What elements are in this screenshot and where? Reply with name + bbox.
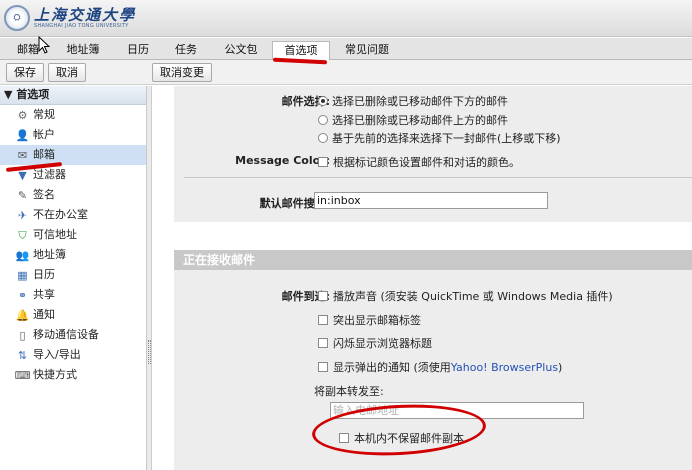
checkbox[interactable]: [318, 338, 328, 348]
checkbox[interactable]: [318, 362, 328, 372]
mail-select-option-above[interactable]: 选择已删除或已移动邮件上方的邮件: [318, 112, 508, 128]
bell-icon: 🔔: [15, 308, 30, 322]
message-color-label: Message Color:: [235, 154, 330, 167]
sidebar-item-shortcuts[interactable]: ⌨ 快捷方式: [0, 365, 146, 385]
save-button[interactable]: 保存: [6, 63, 44, 82]
checkbox[interactable]: [318, 157, 328, 167]
mail-icon: ✉: [17, 148, 28, 162]
logo-english-text: SHANGHAI JIAO TONG UNIVERSITY: [34, 23, 129, 29]
cancel-button[interactable]: 取消: [48, 63, 86, 82]
pane-splitter[interactable]: [147, 86, 152, 470]
highlight-mail-tab-option[interactable]: 突出显示邮箱标签: [318, 312, 421, 328]
yahoo-browserplus-link[interactable]: Yahoo! BrowserPlus: [451, 361, 558, 374]
calendar-icon: ▦: [17, 268, 28, 282]
university-seal-icon: ⛭: [4, 5, 30, 31]
sidebar-item-general[interactable]: ⚙ 常规: [0, 105, 146, 125]
default-search-input[interactable]: in:inbox: [314, 192, 548, 209]
checkbox[interactable]: [318, 291, 328, 301]
tab-faq[interactable]: 常见问题: [340, 41, 394, 60]
collapse-triangle-icon: ▼: [4, 88, 13, 101]
mobile-icon: ▯: [19, 328, 26, 342]
sharing-icon: ⚭: [17, 288, 28, 302]
signature-icon: ✎: [17, 188, 28, 202]
splitter-grip[interactable]: [148, 340, 151, 364]
radio-button[interactable]: [318, 96, 328, 106]
sidebar-item-out-of-office[interactable]: ✈ 不在办公室: [0, 205, 146, 225]
sidebar-item-mobile-devices[interactable]: ▯ 移动通信设备: [0, 325, 146, 345]
forward-copy-label: 将副本转发至:: [314, 385, 384, 398]
sidebar-item-trusted-addresses[interactable]: ⛉ 可信地址: [0, 225, 146, 245]
tab-briefcase[interactable]: 公文包: [218, 41, 264, 60]
sidebar-item-signatures[interactable]: ✎ 签名: [0, 185, 146, 205]
sidebar-item-sharing[interactable]: ⚭ 共享: [0, 285, 146, 305]
receiving-mail-section-heading: 正在接收邮件: [174, 250, 692, 270]
tab-address-book[interactable]: 地址簿: [58, 41, 108, 60]
sidebar-item-import-export[interactable]: ⇅ 导入/导出: [0, 345, 146, 365]
import-export-icon: ⇅: [17, 348, 28, 362]
mail-select-label: 邮件选择:: [281, 95, 330, 108]
app-header: ⛭ 上海交通大學 SHANGHAI JIAO TONG UNIVERSITY: [0, 0, 692, 37]
display-settings-panel: 邮件选择: 选择已删除或已移动邮件下方的邮件 选择已删除或已移动邮件上方的邮件 …: [174, 86, 692, 222]
shield-icon: ⛉: [18, 228, 27, 242]
mail-arrival-label: 邮件到达:: [281, 290, 330, 303]
logo-chinese-text: 上海交通大學: [34, 6, 137, 24]
account-icon: 👤: [15, 128, 30, 142]
shortcut-icon: ⌨: [14, 368, 31, 382]
toolbar: 保存 取消 取消变更: [0, 60, 692, 85]
radio-button[interactable]: [318, 115, 328, 125]
mouse-cursor-icon: [38, 36, 50, 54]
popup-notification-option[interactable]: 显示弹出的通知 (须使用 Yahoo! BrowserPlus): [318, 359, 562, 375]
radio-button[interactable]: [318, 133, 328, 143]
out-of-office-icon: ✈: [17, 208, 28, 222]
sidebar-item-notifications[interactable]: 🔔 通知: [0, 305, 146, 325]
default-search-label: 默认邮件搜索:: [259, 197, 330, 210]
tab-tasks[interactable]: 任务: [166, 41, 206, 60]
undo-changes-button[interactable]: 取消变更: [152, 63, 212, 82]
university-logo: ⛭ 上海交通大學 SHANGHAI JIAO TONG UNIVERSITY: [4, 5, 136, 31]
sidebar-item-address-book[interactable]: 👥 地址簿: [0, 245, 146, 265]
message-color-option[interactable]: 根据标记颜色设置邮件和对话的颜色。: [318, 154, 520, 170]
tab-calendar[interactable]: 日历: [118, 41, 158, 60]
sidebar-item-accounts[interactable]: 👤 帐户: [0, 125, 146, 145]
gear-icon: ⚙: [17, 108, 28, 122]
mail-select-option-previous[interactable]: 基于先前的选择来选择下一封邮件(上移或下移): [318, 130, 561, 146]
play-sound-option[interactable]: 播放声音 (须安装 QuickTime 或 Windows Media 插件): [318, 288, 613, 304]
sidebar-item-mail[interactable]: ✉ 邮箱: [0, 145, 146, 165]
preferences-sidebar: ▼ 首选项 ⚙ 常规 👤 帐户 ✉ 邮箱 ▼ 过滤器 ✎ 签名 ✈ 不在办公室 …: [0, 86, 147, 470]
mail-select-option-below[interactable]: 选择已删除或已移动邮件下方的邮件: [318, 93, 508, 109]
sidebar-item-calendar[interactable]: ▦ 日历: [0, 265, 146, 285]
checkbox[interactable]: [318, 315, 328, 325]
divider: [184, 177, 692, 178]
flash-browser-title-option[interactable]: 闪烁显示浏览器标题: [318, 335, 432, 351]
app-tabs: 邮箱 地址簿 日历 任务 公文包 首选项 常见问题: [0, 38, 692, 61]
sidebar-heading[interactable]: ▼ 首选项: [0, 86, 146, 105]
contacts-icon: 👥: [15, 248, 30, 262]
